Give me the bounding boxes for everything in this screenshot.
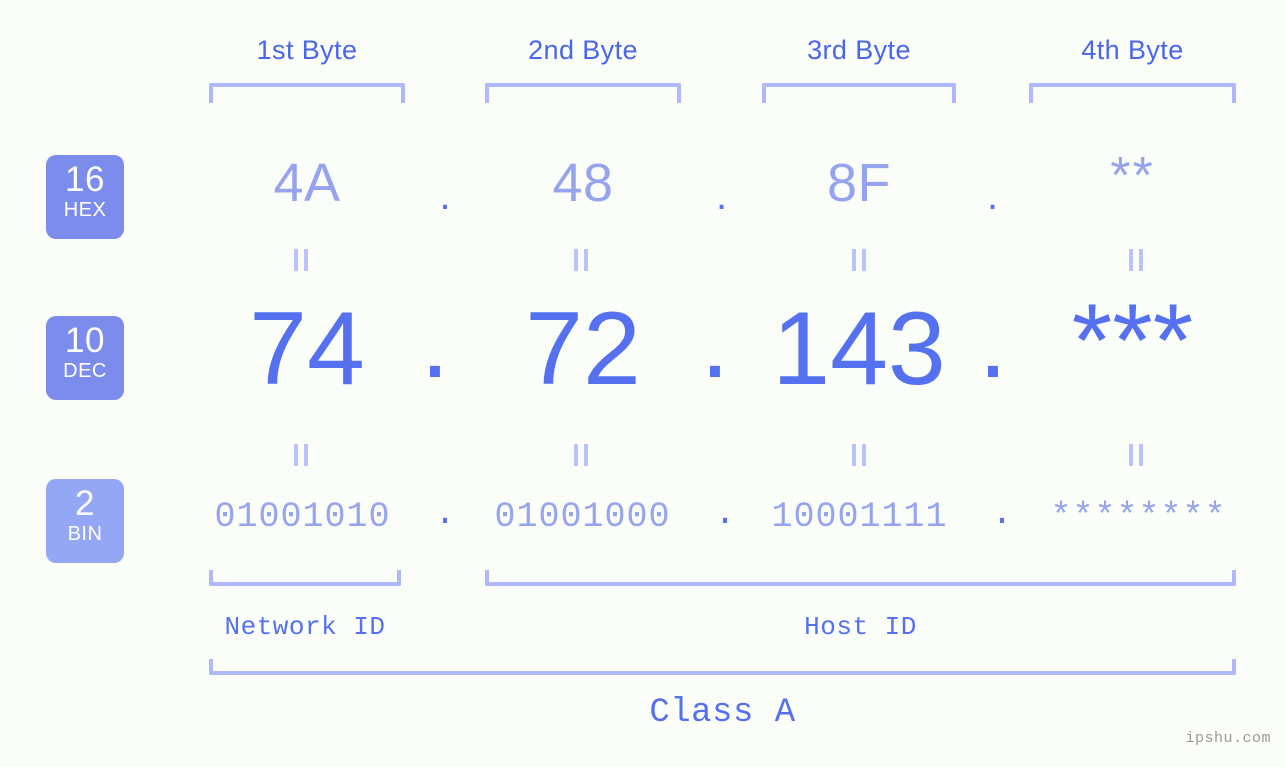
class-bracket — [209, 659, 1236, 675]
bin-dot-separator-2: . — [714, 494, 736, 534]
hex-value-byte-4: ** — [1110, 147, 1155, 205]
equality-mark-dec-bin-4 — [1126, 444, 1146, 466]
hex-dot-separator-3: . — [986, 174, 999, 218]
dec-value-byte-2: 72 — [525, 291, 641, 407]
dec-dot-separator-1: . — [420, 284, 450, 400]
byte-header-3: 3rd Byte — [807, 35, 911, 65]
hex-value-byte-1: 4A — [273, 153, 341, 213]
base-badge-bin: 2 BIN — [46, 479, 124, 563]
byte-bracket-2 — [485, 83, 681, 103]
base-badge-hex-number: 16 — [65, 160, 105, 199]
bin-dot-separator-1: . — [434, 494, 456, 534]
bin-dot-separator-3: . — [991, 494, 1013, 534]
hex-value-byte-3: 8F — [826, 153, 892, 213]
hex-dot-separator-2: . — [715, 174, 728, 218]
byte-bracket-3 — [762, 83, 956, 103]
byte-header-4: 4th Byte — [1081, 35, 1184, 65]
bin-value-byte-2: 01001000 — [494, 497, 671, 537]
bin-value-byte-3: 10001111 — [771, 497, 948, 537]
base-badge-hex-abbr: HEX — [63, 199, 107, 221]
base-badge-bin-number: 2 — [75, 484, 95, 523]
equality-mark-hex-dec-1 — [291, 249, 311, 271]
equality-mark-dec-bin-3 — [849, 444, 869, 466]
byte-bracket-1 — [209, 83, 405, 103]
host-id-bracket — [485, 570, 1236, 586]
equality-mark-dec-bin-2 — [571, 444, 591, 466]
base-badge-bin-abbr: BIN — [67, 523, 103, 545]
hex-value-byte-2: 48 — [552, 153, 614, 213]
base-badge-hex: 16 HEX — [46, 155, 124, 239]
byte-header-2: 2nd Byte — [528, 35, 638, 65]
base-badge-dec-abbr: DEC — [63, 360, 107, 382]
bin-value-byte-1: 01001010 — [214, 497, 391, 537]
dec-value-byte-3: 143 — [772, 291, 946, 407]
host-id-label: Host ID — [804, 612, 917, 642]
site-watermark: ipshu.com — [1185, 730, 1271, 747]
class-label: Class A — [649, 694, 796, 732]
dec-dot-separator-2: . — [700, 284, 730, 400]
equality-mark-dec-bin-1 — [291, 444, 311, 466]
dec-dot-separator-3: . — [978, 284, 1008, 400]
network-id-label: Network ID — [224, 612, 386, 642]
ip-breakdown-diagram: 1st Byte 2nd Byte 3rd Byte 4th Byte 16 H… — [0, 0, 1285, 767]
network-id-bracket — [209, 570, 401, 586]
base-badge-dec-number: 10 — [65, 321, 105, 360]
equality-mark-hex-dec-3 — [849, 249, 869, 271]
byte-header-1: 1st Byte — [256, 35, 358, 65]
dec-value-byte-4: *** — [1071, 283, 1194, 399]
hex-dot-separator-1: . — [439, 174, 451, 218]
base-badge-dec: 10 DEC — [46, 316, 124, 400]
bin-value-byte-4: ******** — [1050, 497, 1227, 537]
equality-mark-hex-dec-2 — [571, 249, 591, 271]
equality-mark-hex-dec-4 — [1126, 249, 1146, 271]
dec-value-byte-1: 74 — [249, 291, 365, 407]
byte-bracket-4 — [1029, 83, 1236, 103]
